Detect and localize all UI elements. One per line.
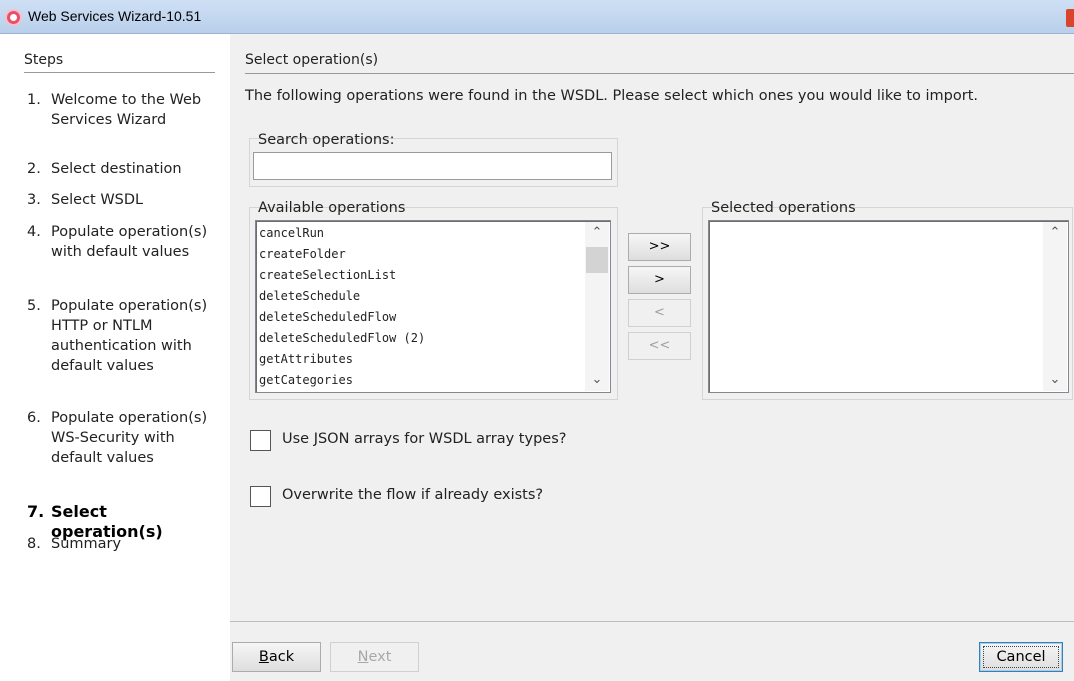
focus-ring [983,646,1059,668]
next-button[interactable]: Next [330,642,419,672]
step-number: 5. [27,298,41,314]
step-label: Welcome to the Web Services Wizard [51,92,202,128]
step-label: Populate operation(s) with default value… [51,224,208,260]
page-description: The following operations were found in t… [245,88,978,104]
step-label: Select WSDL [51,192,144,208]
list-item[interactable]: getCategories [259,370,425,391]
overwrite-label[interactable]: Overwrite the flow if already exists? [282,487,543,503]
chevron-down-icon[interactable]: ⌄ [1043,370,1067,390]
add-all-button[interactable]: >> [628,233,691,261]
selected-operations-label: Selected operations [711,200,856,216]
overwrite-checkbox[interactable] [250,486,271,507]
step-number: 1. [27,92,41,108]
button-bar: Back Next Cancel [230,621,1074,681]
chevron-up-icon[interactable]: ⌃ [1043,223,1067,243]
step-number: 4. [27,224,41,240]
steps-panel: Steps 1. Welcome to the Web Services Wiz… [0,34,230,621]
scrollbar-thumb[interactable] [586,247,608,273]
add-button[interactable]: > [628,266,691,294]
step-number: 3. [27,192,41,208]
remove-button[interactable]: < [628,299,691,327]
step-number: 2. [27,161,41,177]
selected-list-scrollbar[interactable]: ⌃ ⌄ [1043,222,1067,391]
available-operations-label: Available operations [258,200,406,216]
available-operations-items: cancelRun createFolder createSelectionLi… [259,223,425,391]
list-item[interactable]: deleteScheduledFlow (2) [259,328,425,349]
step-number: 6. [27,410,41,426]
list-item[interactable]: createFolder [259,244,425,265]
steps-heading: Steps [24,52,64,68]
selected-operations-list[interactable]: ⌃ ⌄ [708,220,1069,393]
next-label: ext [368,649,392,665]
next-mnemonic: N [357,649,369,665]
steps-divider [24,72,215,73]
list-item[interactable]: cancelRun [259,223,425,244]
available-operations-list[interactable]: cancelRun createFolder createSelectionLi… [255,220,611,393]
search-label: Search operations: [258,132,395,148]
list-item[interactable]: deleteSchedule [259,286,425,307]
close-icon[interactable] [1066,9,1074,27]
chevron-down-icon[interactable]: ⌄ [585,370,609,390]
chevron-up-icon[interactable]: ⌃ [585,223,609,243]
step-label: Summary [51,536,122,552]
step-label: Populate operation(s) WS-Security with d… [51,410,208,466]
step-label: Populate operation(s) HTTP or NTLM authe… [51,298,208,374]
cancel-button[interactable]: Cancel [979,642,1063,672]
title-divider [245,73,1074,74]
list-item[interactable]: createSelectionList [259,265,425,286]
step-label: Select destination [51,161,182,177]
list-item[interactable]: deleteScheduledFlow [259,307,425,328]
list-item[interactable]: getAttributes [259,349,425,370]
search-input[interactable] [253,152,612,180]
main-content: Select operation(s) The following operat… [230,34,1074,621]
available-list-scrollbar[interactable]: ⌃ ⌄ [585,222,609,391]
json-arrays-checkbox[interactable] [250,430,271,451]
window-title: Web Services Wizard-10.51 [28,8,202,24]
page-title: Select operation(s) [245,52,379,68]
back-label: ack [268,649,295,665]
json-arrays-label[interactable]: Use JSON arrays for WSDL array types? [282,431,566,447]
back-button[interactable]: Back [232,642,321,672]
title-bar: Web Services Wizard-10.51 [0,0,1074,34]
remove-all-button[interactable]: << [628,332,691,360]
step-number: 8. [27,536,41,552]
app-logo-icon [5,9,22,26]
back-mnemonic: B [258,649,269,665]
step-number: 7. [27,502,45,521]
